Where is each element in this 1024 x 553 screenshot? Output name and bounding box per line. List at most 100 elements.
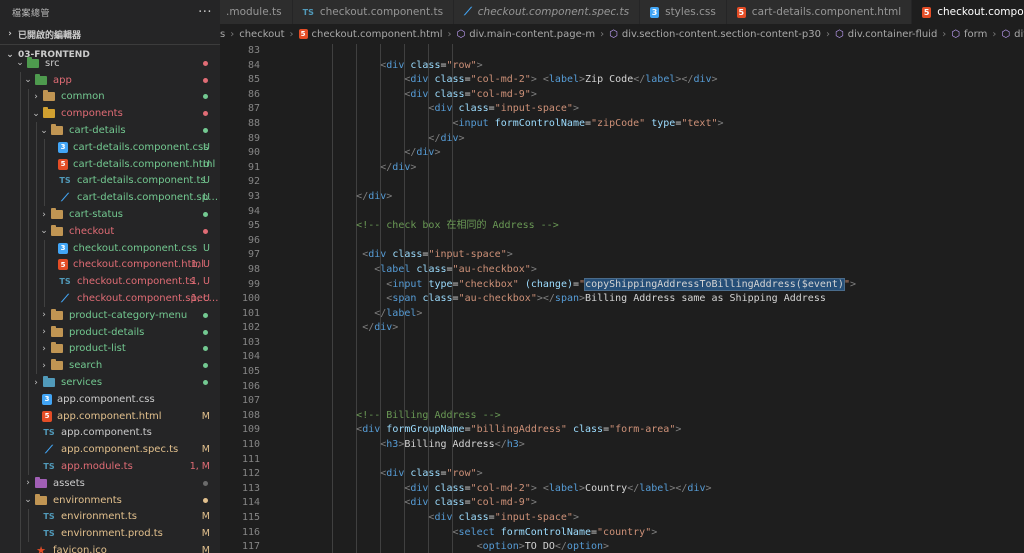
tree-file[interactable]: 3 checkout.component.css U [0,239,220,257]
code-line[interactable]: <select formControlName="country"> [308,526,856,541]
code-line[interactable]: <div class="col-md-9"> [308,496,856,511]
breadcrumb-item[interactable]: ⬡ div.main-content.page-m [457,29,596,40]
breadcrumb-item[interactable]: ⬡ div.section-content.section-content-p30 [609,29,821,40]
code-line[interactable]: <div class="input-space"> [308,511,856,526]
code-line[interactable]: <div class="col-md-2"> <label>Country</l… [308,482,856,497]
code-line[interactable] [308,380,856,395]
code-line[interactable]: </label> [308,307,856,322]
code-area[interactable]: <div class="row"> <div class="col-md-2">… [308,44,856,553]
code-line[interactable]: <!-- check box 在相同的 Address --> [308,219,856,234]
code-line[interactable]: <div formGroupName="billingAddress" clas… [308,423,856,438]
code-line[interactable] [308,336,856,351]
code-token: div [693,74,712,86]
code-line[interactable]: </div> [308,146,856,161]
tree-file[interactable]: 3 app.component.css [0,390,220,408]
tree-file[interactable]: TS environment.prod.ts M [0,525,220,543]
indent-guide [28,138,29,156]
code-line[interactable] [308,394,856,409]
tree-file[interactable]: 5 cart-details.component.html U [0,155,220,173]
tree-file[interactable]: TS checkout.component.ts 1, U [0,273,220,291]
editor-tab[interactable]: 5checkout.component.html× [912,0,1024,24]
code-line[interactable] [308,234,856,249]
tree-folder[interactable]: ⌄ app [0,71,220,89]
code-line[interactable]: <span class="au-checkbox"></span>Billing… [308,292,856,307]
editor-tab[interactable]: 3 styles.css [640,0,727,24]
tree-file[interactable]: ★ favicon.ico M [0,542,220,553]
code-line[interactable]: <input type="checkbox" (change)="copyShi… [308,277,856,293]
tree-file[interactable]: ⟋ cart-details.component.spec.... U [0,189,220,207]
tree-folder[interactable]: › services [0,374,220,391]
code-line[interactable]: </div> [308,321,856,336]
tree-file[interactable]: 5 app.component.html M [0,407,220,425]
breadcrumb-item[interactable]: s [220,29,225,40]
tree-file[interactable]: TS cart-details.component.ts U [0,172,220,190]
code-token: div [687,482,706,494]
code-line[interactable]: <label class="au-checkbox"> [308,263,856,278]
code-line[interactable]: <div class="row"> [308,59,856,74]
git-status-dot [203,480,208,486]
code-line[interactable]: <!-- Billing Address --> [308,409,856,424]
tree-folder[interactable]: ⌄ components [0,105,220,123]
code-token: ></ [675,74,694,86]
code-line[interactable]: <div class="row"> [308,467,856,482]
tree-folder[interactable]: › product-category-menu [0,306,220,324]
tree-file[interactable]: TS environment.ts M [0,508,220,526]
code-line[interactable]: <div class="col-md-2"> <label>Zip Code</… [308,73,856,88]
code-line[interactable]: <div class="input-space"> [308,248,856,263]
tree-folder[interactable]: › product-list [0,340,220,358]
tree-file[interactable]: 3 cart-details.component.css U [0,138,220,156]
tree-folder[interactable]: › assets [0,474,220,492]
open-editors-section[interactable]: › 已開啟的編輯器 [0,24,220,44]
editor-tab[interactable]: 5 cart-details.component.html [726,0,913,24]
code-token: label [386,307,417,319]
code-line[interactable]: </div> [308,190,856,205]
more-actions-icon[interactable]: ··· [198,5,212,20]
indent-guide [28,306,29,324]
tree-file[interactable]: 5 checkout.component.html 1, U [0,256,220,274]
editor-tab[interactable]: ⟋ checkout.component.spec.ts [454,0,641,24]
tree-item-label: cart-details.component.ts [77,175,206,187]
breadcrumb-item[interactable]: 5 checkout.component.html [298,29,443,40]
tree-folder[interactable]: › cart-status [0,206,220,223]
code-editor[interactable]: 83 84 85 86 87 88 89 90 91 92 93 94 95 96 97 98 99 100 101… [220,44,1024,553]
typescript-file-icon: TS [43,462,55,472]
tree-folder[interactable]: ⌄ environments [0,491,220,509]
folder-icon [50,124,64,137]
tree-folder[interactable]: › common [0,88,220,106]
breadcrumb-item[interactable]: checkout [239,29,284,40]
indent-guide [44,172,45,190]
element-node-icon: ⬡ [1001,28,1011,40]
tree-folder[interactable]: › product-details [0,323,220,341]
code-line[interactable] [308,175,856,190]
editor-tab[interactable]: .module.ts [220,0,293,24]
breadcrumb-item[interactable]: ⬡ div.container-fluid [835,29,937,40]
tree-folder[interactable]: › search [0,357,220,375]
html-file-icon: 5 [42,410,52,422]
tree-file[interactable]: ⟋ checkout.component.spec.... 1, U [0,290,220,307]
tree-folder[interactable]: ⌄ checkout [0,222,220,240]
code-line[interactable]: <input formControlName="zipCode" type="t… [308,117,856,132]
code-line[interactable]: <div class="input-space"> [308,102,856,117]
tree-file[interactable]: TS app.module.ts 1, M [0,458,220,475]
tree-file[interactable]: TS app.component.ts [0,424,220,442]
code-line[interactable]: <option>TO DO</option> [308,540,856,553]
tree-folder[interactable]: ⌄ src [0,55,220,72]
editor-tab[interactable]: TS checkout.component.ts [292,0,455,24]
code-line[interactable] [308,350,856,365]
git-status-badge: U [203,175,210,187]
code-line[interactable]: </div> [308,132,856,147]
code-line[interactable] [308,44,856,59]
code-line[interactable]: <div class="col-md-9"> [308,88,856,103]
code-line[interactable]: <h3>Billing Address</h3> [308,438,856,453]
breadcrumb-item[interactable]: ⬡ form [951,29,987,40]
tree-file[interactable]: ⟋ app.component.spec.ts M [0,441,220,459]
code-line[interactable]: </div> [308,161,856,176]
code-line[interactable] [308,365,856,380]
code-line[interactable] [308,205,856,220]
tree-folder[interactable]: ⌄ cart-details [0,122,220,139]
breadcrumb-item[interactable]: ⬡div.input-space [1001,29,1024,40]
code-line[interactable] [308,453,856,468]
